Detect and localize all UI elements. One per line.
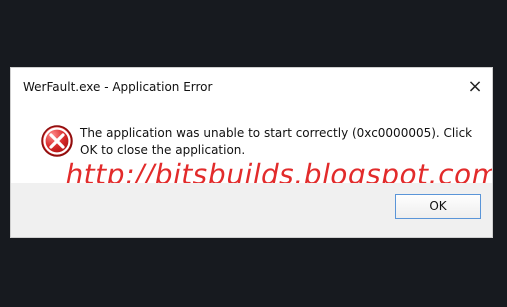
dialog-content: The application was unable to start corr…: [11, 105, 492, 191]
dialog-title: WerFault.exe - Application Error: [23, 80, 213, 94]
desktop-background: WerFault.exe - Application Error × The a…: [0, 0, 507, 307]
ok-button[interactable]: OK: [395, 194, 481, 219]
error-message: The application was unable to start corr…: [80, 126, 473, 157]
dialog-footer: OK: [11, 183, 492, 237]
dialog-titlebar: WerFault.exe - Application Error ×: [11, 68, 492, 105]
close-icon[interactable]: ×: [466, 78, 484, 96]
application-error-dialog: WerFault.exe - Application Error × The a…: [10, 67, 493, 238]
error-icon: [41, 125, 73, 157]
